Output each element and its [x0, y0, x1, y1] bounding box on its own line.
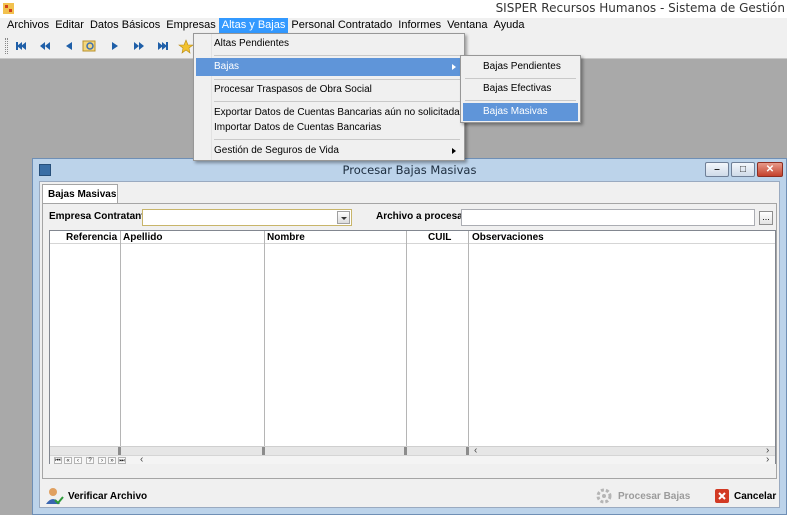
empresa-label: Empresa Contratante: [49, 211, 154, 222]
submenu-item-bajas-masivas[interactable]: Bajas Masivas [463, 103, 578, 121]
nav-scroll-right-icon[interactable]: › [766, 455, 769, 465]
col-nombre[interactable]: Nombre [263, 231, 309, 244]
next-record-icon[interactable] [107, 38, 123, 54]
grid-header: Referencia Apellido Nombre CUIL Observac… [50, 231, 775, 244]
menu-separator [465, 100, 576, 101]
menu-item-gestion-seguros[interactable]: Gestión de Seguros de Vida [196, 142, 462, 160]
menu-archivos[interactable]: Archivos [4, 18, 52, 33]
menu-separator [465, 78, 576, 79]
menu-ventana[interactable]: Ventana [444, 18, 490, 33]
results-grid[interactable]: Referencia Apellido Nombre CUIL Observac… [49, 230, 776, 465]
first-record-icon[interactable] [13, 38, 29, 54]
column-divider [406, 231, 407, 446]
procesar-bajas-button[interactable]: Procesar Bajas [594, 485, 690, 507]
nav-next-icon[interactable]: › [98, 457, 106, 464]
nav-last-icon[interactable]: ⏭ [118, 457, 126, 464]
last-record-icon[interactable] [155, 38, 171, 54]
menu-item-procesar-traspasos[interactable]: Procesar Traspasos de Obra Social [196, 81, 462, 99]
column-divider [468, 231, 469, 446]
menu-empresas[interactable]: Empresas [163, 18, 219, 33]
dialog-title: Procesar Bajas Masivas [342, 163, 477, 177]
column-divider [120, 231, 121, 446]
menu-personal-contratado[interactable]: Personal Contratado [288, 18, 395, 33]
horizontal-scrollbar[interactable]: ‹ › [50, 446, 775, 456]
menu-ayuda[interactable]: Ayuda [490, 18, 527, 33]
archivo-input[interactable] [461, 209, 755, 226]
verificar-label: Verificar Archivo [68, 490, 148, 502]
nav-prev-page-icon[interactable]: « [64, 457, 72, 464]
menu-informes[interactable]: Informes [395, 18, 444, 33]
app-icon [3, 3, 14, 14]
col-observaciones[interactable]: Observaciones [468, 231, 548, 244]
menu-item-bajas[interactable]: Bajas [196, 58, 462, 76]
altas-y-bajas-menu: Altas Pendientes Bajas Procesar Traspaso… [193, 33, 465, 161]
chevron-down-icon[interactable] [337, 211, 350, 224]
cancelar-button[interactable]: Cancelar [714, 485, 776, 507]
gear-icon [596, 488, 612, 504]
maximize-button[interactable]: □ [731, 162, 755, 177]
col-apellido[interactable]: Apellido [119, 231, 166, 244]
toolbar-grip[interactable] [5, 38, 8, 54]
nav-scroll-left-icon[interactable]: ‹ [140, 455, 143, 465]
nav-help-icon[interactable]: ? [86, 457, 94, 464]
next-page-icon[interactable] [131, 38, 147, 54]
dialog-title-bar[interactable]: Procesar Bajas Masivas – □ ✕ [33, 159, 786, 181]
nav-prev-icon[interactable]: ‹ [74, 457, 82, 464]
submenu-item-bajas-efectivas[interactable]: Bajas Efectivas [463, 80, 578, 98]
procesar-bajas-masivas-dialog: Procesar Bajas Masivas – □ ✕ Bajas Masiv… [32, 158, 787, 515]
previous-page-icon[interactable] [37, 38, 53, 54]
menu-altas-y-bajas[interactable]: Altas y Bajas [218, 18, 289, 33]
cancel-icon [715, 489, 729, 503]
browse-button[interactable]: ... [759, 211, 773, 225]
search-icon[interactable] [81, 38, 97, 54]
menu-item-altas-pendientes[interactable]: Altas Pendientes [196, 35, 462, 53]
column-divider [264, 231, 265, 446]
star-icon[interactable] [178, 38, 194, 54]
menu-separator [214, 79, 460, 80]
previous-record-icon[interactable] [61, 38, 77, 54]
tab-bajas-masivas[interactable]: Bajas Masivas [42, 184, 118, 204]
col-cuil[interactable]: CUIL [424, 231, 455, 244]
submenu-arrow-icon [452, 148, 456, 154]
maximize-icon: □ [739, 164, 747, 175]
empresa-combo[interactable] [142, 209, 352, 226]
action-bar: Verificar Archivo Procesar Bajas Cancela… [42, 482, 777, 510]
menu-bar: Archivos Editar Datos Básicos Empresas A… [0, 18, 787, 33]
menu-item-importar-cuentas[interactable]: Importar Datos de Cuentas Bancarias [196, 119, 462, 137]
user-check-icon [46, 488, 64, 505]
dialog-body: Bajas Masivas Empresa Contratante: Archi… [39, 181, 780, 508]
minimize-icon: – [714, 164, 720, 175]
procesar-bajas-label: Procesar Bajas [618, 490, 691, 502]
archivo-label: Archivo a procesar: [376, 211, 470, 222]
bajas-submenu: Bajas Pendientes Bajas Efectivas Bajas M… [460, 55, 581, 123]
submenu-arrow-icon [452, 64, 456, 70]
record-navigator: ⏮ « ‹ ? › » ⏭ ‹ › [50, 455, 775, 465]
menu-separator [214, 139, 460, 140]
cancelar-label: Cancelar [734, 490, 777, 502]
nav-first-icon[interactable]: ⏮ [54, 457, 62, 464]
submenu-item-bajas-pendientes[interactable]: Bajas Pendientes [463, 58, 578, 76]
menu-separator [214, 55, 460, 56]
verificar-button[interactable]: Verificar Archivo [44, 485, 147, 507]
nav-next-page-icon[interactable]: » [108, 457, 116, 464]
tab-panel: Empresa Contratante: Archivo a procesar:… [42, 203, 777, 479]
close-icon: ✕ [765, 164, 775, 175]
close-button[interactable]: ✕ [757, 162, 783, 177]
menu-item-bajas-label: Bajas [214, 61, 240, 72]
app-title-bar: SISPER Recursos Humanos - Sistema de Ges… [0, 0, 787, 18]
menu-editar[interactable]: Editar [52, 18, 87, 33]
menu-datos-basicos[interactable]: Datos Básicos [87, 18, 163, 33]
app-title: SISPER Recursos Humanos - Sistema de Ges… [495, 1, 785, 15]
col-referencia[interactable]: Referencia [62, 231, 121, 244]
menu-separator [214, 101, 460, 102]
scroll-left-icon[interactable]: ‹ [474, 446, 477, 456]
menu-item-gestion-seguros-label: Gestión de Seguros de Vida [214, 145, 339, 156]
minimize-button[interactable]: – [705, 162, 729, 177]
